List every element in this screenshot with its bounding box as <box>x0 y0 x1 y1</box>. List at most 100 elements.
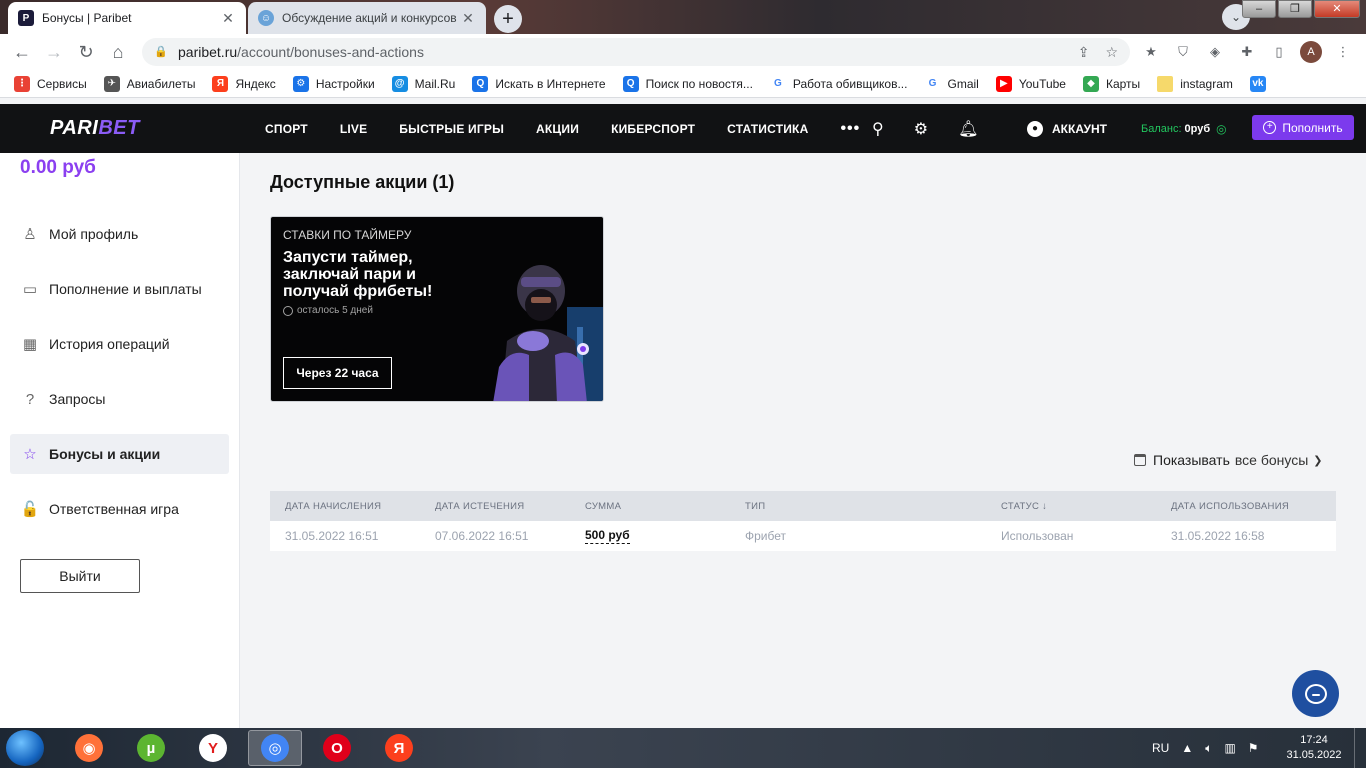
bookmark-11[interactable]: instagram <box>1157 75 1233 92</box>
nav-item-1[interactable]: LIVE <box>340 122 367 136</box>
promo-time-left: осталось 5 дней <box>283 305 373 316</box>
firefox-icon: ◉ <box>75 734 103 762</box>
forward-arrow-icon[interactable]: → <box>38 36 70 68</box>
taskbar-app-3[interactable]: ◎ <box>248 730 302 766</box>
bookmark-5[interactable]: Q Искать в Интернете <box>472 75 606 92</box>
taskbar-app-4[interactable]: O <box>310 730 364 766</box>
tab-paribet-bonuses[interactable]: P Бонусы | Paribet ✕ <box>8 2 246 34</box>
taskbar-clock[interactable]: 17:24 31.05.2022 <box>1284 733 1344 763</box>
sidebar-item-0[interactable]: ♙ Мой профиль <box>10 214 229 254</box>
column-header-4[interactable]: СТАТУС ↓ <box>1001 501 1047 512</box>
bookmark-8[interactable]: G Gmail <box>924 75 979 92</box>
account-menu[interactable]: ● АККАУНТ <box>1027 104 1107 153</box>
taskbar-app-1[interactable]: µ <box>124 730 178 766</box>
header-balance: Баланс: 0руб ◎ <box>1141 104 1227 153</box>
close-icon[interactable]: ✕ <box>220 10 236 27</box>
address-bar[interactable]: 🔒 paribet.ru/account/bonuses-and-actions… <box>142 38 1130 66</box>
deposit-button[interactable]: + Пополнить <box>1252 115 1354 140</box>
bookmark-star-icon[interactable]: ☆ <box>1105 44 1118 61</box>
paribet-logo[interactable]: PARIBET <box>50 117 140 140</box>
sidebar-item-2[interactable]: ▦ История операций <box>10 324 229 364</box>
minimize-icon[interactable]: – <box>1242 0 1276 18</box>
bookmark-9[interactable]: ▶ YouTube <box>995 75 1066 92</box>
reload-icon[interactable]: ↻ <box>70 36 102 68</box>
browser-tab-strip: P Бонусы | Paribet ✕ ☺ Обсуждение акций … <box>0 0 1366 34</box>
account-label: АККАУНТ <box>1052 121 1107 136</box>
table-cell-4: Использован <box>1001 529 1074 543</box>
volume-icon[interactable]: 🔈︎ <box>1205 741 1212 756</box>
support-chat-button[interactable] <box>1292 670 1339 717</box>
page-title: Доступные акции (1) <box>270 172 455 192</box>
bookmark-1[interactable]: ✈ Авиабилеты <box>103 75 195 92</box>
taskbar-app-2[interactable]: Y <box>186 730 240 766</box>
sidebar-item-3[interactable]: ? Запросы <box>10 379 229 419</box>
promo-timer-button[interactable]: Через 22 часа <box>283 357 392 389</box>
action-center-flag-icon[interactable]: ⚑ <box>1248 741 1259 755</box>
yandex-icon: Я <box>385 734 413 762</box>
promo-card-timer-bets[interactable]: СТАВКИ ПО ТАЙМЕРУ Запусти таймер, заключ… <box>270 216 604 402</box>
search-icon[interactable]: ⚲ <box>872 119 884 139</box>
extensions-puzzle-icon[interactable]: ✚ <box>1236 41 1258 63</box>
new-tab-button[interactable]: + <box>494 5 522 33</box>
show-desktop-button[interactable] <box>1354 728 1366 768</box>
sidebar-item-4[interactable]: ☆ Бонусы и акции <box>10 434 229 474</box>
nav-item-5[interactable]: СТАТИСТИКА <box>727 122 808 136</box>
utorrent-icon: µ <box>137 734 165 762</box>
language-indicator[interactable]: RU <box>1152 741 1169 755</box>
settings-gear-icon[interactable]: ⚙ <box>914 119 928 139</box>
windows-start-icon[interactable] <box>6 730 44 766</box>
extension-vpn-icon[interactable]: ◈ <box>1204 41 1226 63</box>
sidebar-item-1[interactable]: ▭ Пополнение и выплаты <box>10 269 229 309</box>
sidebar-item-5[interactable]: 🔓 Ответственная игра <box>10 489 229 529</box>
lock-icon: 🔒 <box>154 46 168 58</box>
bookmark-label: YouTube <box>1018 76 1066 91</box>
youtube-icon: ▶ <box>995 75 1012 92</box>
notifications-bell-icon[interactable]: 🔔︎ <box>958 119 978 139</box>
taskbar-app-5[interactable]: Я <box>372 730 426 766</box>
globe-icon: ✈ <box>103 75 120 92</box>
promo-tag: СТАВКИ ПО ТАЙМЕРУ <box>283 228 412 242</box>
filter-value: все бонусы <box>1234 452 1309 468</box>
back-arrow-icon[interactable]: ← <box>6 36 38 68</box>
taskbar-app-0[interactable]: ◉ <box>62 730 116 766</box>
nav-item-4[interactable]: КИБЕРСПОРТ <box>611 122 695 136</box>
nav-more-icon[interactable]: ••• <box>840 120 860 138</box>
side-panel-icon[interactable]: ▯ <box>1268 41 1290 63</box>
logout-button[interactable]: Выйти <box>20 559 140 593</box>
site-header: PARIBET СПОРТ LIVE БЫСТРЫЕ ИГРЫ АКЦИИ КИБЕРС… <box>0 104 1366 153</box>
nav-item-3[interactable]: АКЦИИ <box>536 122 579 136</box>
profile-avatar[interactable]: A <box>1300 41 1322 63</box>
bookmark-7[interactable]: G Работа обивщиков... <box>769 75 907 92</box>
table-cell-2[interactable]: 500 руб <box>585 528 630 544</box>
bonus-filter[interactable]: Показывать все бонусы ❯ <box>1134 452 1322 468</box>
network-icon[interactable]: ▥ <box>1224 741 1235 755</box>
nav-item-2[interactable]: БЫСТРЫЕ ИГРЫ <box>399 122 504 136</box>
url-path: /account/bonuses-and-actions <box>237 44 424 60</box>
logo-part-bet: BET <box>98 117 140 139</box>
bookmark-12[interactable]: vk <box>1249 75 1273 92</box>
tab-promo-discussion[interactable]: ☺ Обсуждение акций и конкурсов ✕ <box>248 2 486 34</box>
hide-balance-eye-icon[interactable]: ◎ <box>1216 122 1226 136</box>
sidebar-item-label: Бонусы и акции <box>49 446 161 462</box>
bookmark-4[interactable]: @ Mail.Ru <box>391 75 455 92</box>
chevron-down-icon: ❯ <box>1313 454 1323 467</box>
close-icon[interactable]: ✕ <box>460 10 476 27</box>
bookmark-label: Gmail <box>947 76 979 91</box>
maximize-icon[interactable]: ❐ <box>1278 0 1312 18</box>
folder-icon <box>1157 75 1174 92</box>
browser-menu-icon[interactable]: ⋮ <box>1332 41 1354 63</box>
nav-item-0[interactable]: СПОРТ <box>265 122 308 136</box>
tray-expand-icon[interactable]: ▲ <box>1181 741 1193 755</box>
bookmark-6[interactable]: Q Поиск по новостя... <box>622 75 753 92</box>
bookmark-0[interactable]: ⋮ Сервисы <box>14 75 87 92</box>
bookmark-3[interactable]: ⚙ Настройки <box>292 75 375 92</box>
window-close-icon[interactable]: ✕ <box>1314 0 1360 18</box>
extension-star-icon[interactable]: ★ <box>1140 41 1162 63</box>
bookmark-10[interactable]: ◆ Карты <box>1082 75 1140 92</box>
home-icon[interactable]: ⌂ <box>102 36 134 68</box>
promo-time-left-text: осталось 5 дней <box>297 305 373 316</box>
share-icon[interactable]: ⇪ <box>1078 44 1090 61</box>
google-icon: G <box>924 75 941 92</box>
extension-shield-icon[interactable]: ⛉ <box>1172 41 1194 63</box>
bookmark-2[interactable]: Я Яндекс <box>212 75 276 92</box>
